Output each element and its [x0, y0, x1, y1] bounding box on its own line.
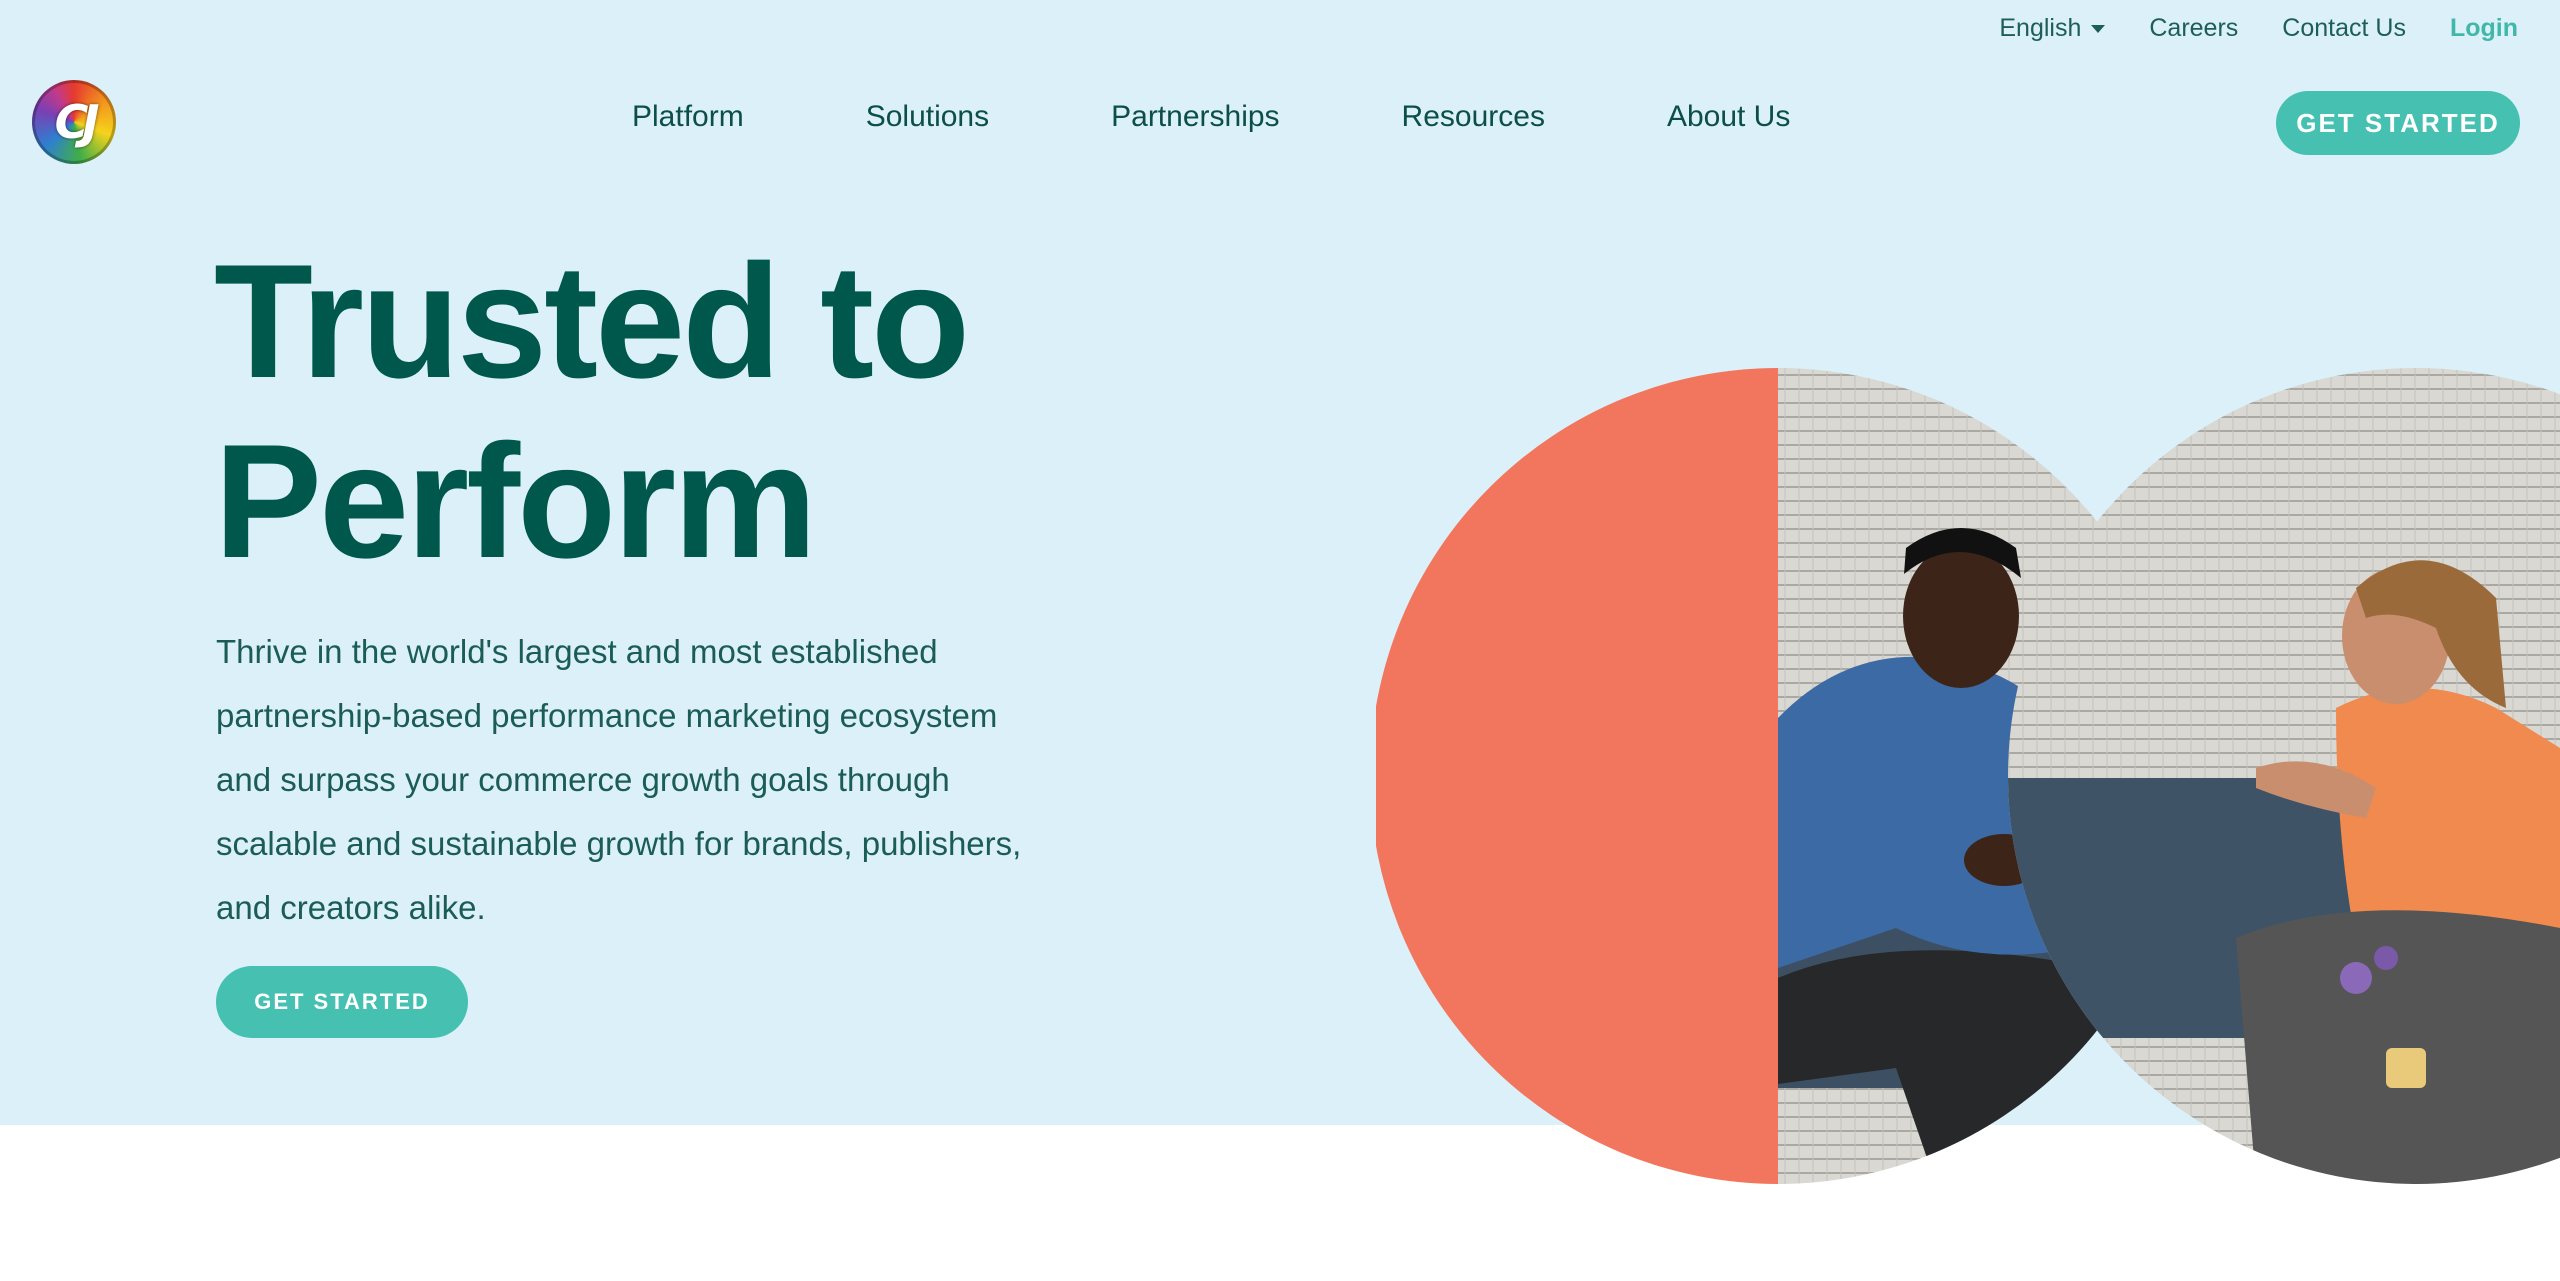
hero-title-line-2: Perform [214, 411, 817, 592]
person-head [1903, 544, 2019, 688]
utility-nav: English Careers Contact Us Login [1999, 14, 2518, 43]
coral-half-circle [1376, 368, 1778, 1184]
hero-illustration [1376, 368, 2560, 1184]
hero-description: Thrive in the world's largest and most e… [216, 633, 1022, 926]
hero-title-line-1: Trusted to [214, 231, 970, 412]
hero-image [1376, 368, 2560, 1184]
chevron-down-icon [2091, 24, 2106, 33]
nav-item-solutions[interactable]: Solutions [866, 100, 989, 134]
hero-title: Trusted to Perform [214, 232, 1114, 592]
nav-item-about-us[interactable]: About Us [1667, 100, 1790, 134]
nav-item-partnerships[interactable]: Partnerships [1111, 100, 1279, 134]
nav-item-resources[interactable]: Resources [1402, 100, 1545, 134]
main-nav: Platform Solutions Partnerships Resource… [632, 100, 1790, 134]
language-selector[interactable]: English [1999, 14, 2106, 43]
logo-text: CJ [54, 95, 100, 149]
contact-us-link[interactable]: Contact Us [2282, 14, 2406, 43]
flower-2 [2374, 946, 2398, 970]
cj-logo-icon[interactable]: CJ [32, 80, 116, 164]
person-trousers [2236, 910, 2560, 1184]
login-link[interactable]: Login [2450, 14, 2518, 43]
language-label: English [1999, 14, 2082, 42]
hero-get-started-button[interactable]: GET STARTED [216, 966, 468, 1038]
flower [2340, 962, 2372, 994]
careers-link[interactable]: Careers [2149, 14, 2238, 43]
header-get-started-button[interactable]: GET STARTED [2276, 91, 2520, 155]
nav-item-platform[interactable]: Platform [632, 100, 744, 134]
candle [2386, 1048, 2426, 1088]
